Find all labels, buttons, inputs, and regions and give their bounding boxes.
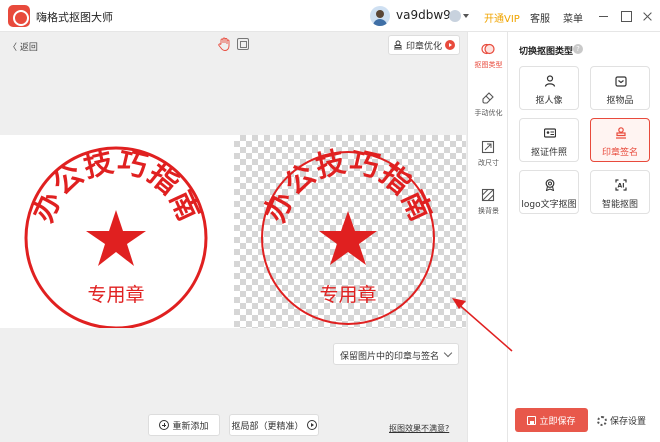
save-settings-button[interactable]: 保存设置 xyxy=(597,414,646,427)
tool-manual-optimize[interactable]: 手动优化 xyxy=(468,84,509,124)
tool-resize-label: 改尺寸 xyxy=(478,159,499,167)
menu-link[interactable]: 菜单 xyxy=(563,10,583,25)
smart-scan-icon: AI xyxy=(615,179,627,191)
seal-optimize-label: 印章优化 xyxy=(406,41,443,52)
background-icon xyxy=(481,188,495,202)
app-title: 嗨格式抠图大师 xyxy=(36,11,113,24)
re-add-button[interactable]: 重新添加 xyxy=(148,414,220,436)
avatar[interactable] xyxy=(370,6,390,26)
save-settings-label: 保存设置 xyxy=(610,417,647,427)
partial-cutout-button[interactable]: 抠局部（更精准） xyxy=(229,414,319,436)
original-image: 办公技巧指南 专用章 xyxy=(0,135,234,328)
seal-result: 办公技巧指南 专用章 xyxy=(257,144,438,325)
help-icon[interactable]: ? xyxy=(573,44,583,54)
result-image: 办公技巧指南 专用章 xyxy=(234,135,466,328)
badge-icon xyxy=(545,179,555,191)
card-logo-text-label: logo文字抠图 xyxy=(521,200,577,210)
tool-cutout-type[interactable]: 抠图类型 xyxy=(468,36,509,76)
card-object[interactable]: 抠物品 xyxy=(590,66,650,110)
stamp-small-icon xyxy=(394,40,402,50)
canvas-area: 〈 返回 印章优化 办公技巧指南 专用章 办公技巧指南 专用章 保留图片中的印章… xyxy=(0,32,467,442)
panel-title: 切换抠图类型 xyxy=(519,47,574,57)
seal-bottom-text-result: 专用章 xyxy=(319,284,376,306)
card-id-photo[interactable]: 抠证件照 xyxy=(519,118,579,162)
play-icon xyxy=(445,40,455,50)
play-circle-icon xyxy=(306,420,317,430)
id-card-icon xyxy=(544,128,556,138)
tool-cutout-type-label: 抠图类型 xyxy=(474,61,503,69)
seal-optimize-button[interactable]: 印章优化 xyxy=(388,35,460,55)
resize-icon xyxy=(481,140,495,154)
username[interactable]: va9dbw9 xyxy=(396,8,451,22)
title-bar: 嗨格式抠图大师 va9dbw9 开通VIP 客服 菜单 xyxy=(0,0,660,32)
keep-content-value: 保留图片中的印章与签名 xyxy=(340,352,440,362)
tool-strip: 抠图类型 手动优化 改尺寸 换背景 xyxy=(467,32,508,442)
card-seal-signature[interactable]: 印章签名 xyxy=(590,118,650,162)
tool-change-background-label: 换背景 xyxy=(478,207,499,215)
seal-original: 办公技巧指南 专用章 xyxy=(24,144,208,328)
person-icon xyxy=(544,75,556,87)
open-vip-link[interactable]: 开通VIP xyxy=(484,10,520,25)
eraser-icon xyxy=(482,92,494,104)
close-button[interactable] xyxy=(640,8,656,24)
back-button[interactable]: 〈 返回 xyxy=(8,40,38,53)
maximize-button[interactable] xyxy=(618,8,634,24)
chevron-down-icon xyxy=(443,348,453,358)
cutout-type-panel: 切换抠图类型 ? 抠人像 抠物品 抠证件照 印章签名 logo文字抠图 AI 智… xyxy=(508,32,660,442)
card-object-label: 抠物品 xyxy=(606,96,634,106)
svg-text:AI: AI xyxy=(618,182,625,189)
unsatisfied-link[interactable]: 抠图效果不满意? xyxy=(389,423,449,434)
cutout-type-icon xyxy=(481,43,495,55)
box-icon xyxy=(615,76,627,87)
app-logo-icon xyxy=(8,5,30,27)
card-smart-cutout-label: 智能抠图 xyxy=(601,200,638,210)
save-now-button[interactable]: 立即保存 xyxy=(515,408,588,432)
save-now-label: 立即保存 xyxy=(539,416,576,427)
account-dropdown-icon[interactable] xyxy=(463,14,469,18)
card-portrait-label: 抠人像 xyxy=(535,96,563,106)
tool-resize[interactable]: 改尺寸 xyxy=(468,134,509,174)
fit-screen-icon[interactable] xyxy=(237,38,249,50)
gear-icon xyxy=(597,415,607,426)
vip-badge-icon xyxy=(449,10,461,22)
card-smart-cutout[interactable]: AI 智能抠图 xyxy=(590,170,650,214)
card-id-photo-label: 抠证件照 xyxy=(530,148,567,158)
stamp-icon xyxy=(616,127,626,139)
card-logo-text[interactable]: logo文字抠图 xyxy=(519,170,579,214)
save-icon xyxy=(527,415,537,425)
customer-service-link[interactable]: 客服 xyxy=(530,10,550,25)
partial-cutout-label: 抠局部（更精准） xyxy=(231,421,304,432)
hand-pan-icon[interactable] xyxy=(218,37,230,51)
keep-content-select[interactable]: 保留图片中的印章与签名 xyxy=(333,343,459,365)
card-portrait[interactable]: 抠人像 xyxy=(519,66,579,110)
tool-change-background[interactable]: 换背景 xyxy=(468,182,509,222)
card-seal-signature-label: 印章签名 xyxy=(601,148,638,158)
tool-manual-optimize-label: 手动优化 xyxy=(474,109,503,117)
plus-icon xyxy=(159,420,170,430)
minimize-button[interactable] xyxy=(596,8,612,24)
seal-bottom-text: 专用章 xyxy=(87,284,144,306)
re-add-label: 重新添加 xyxy=(172,421,209,432)
